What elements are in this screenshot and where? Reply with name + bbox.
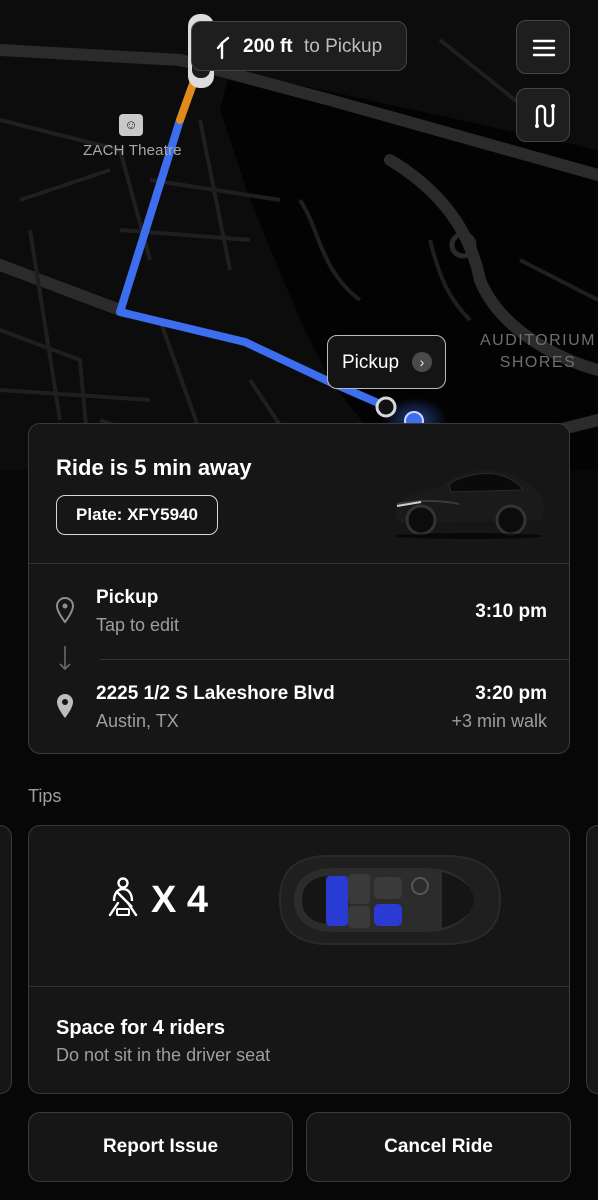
ride-screen: 200 ft to Pickup ☺ ZACH Theatre AUDITORI…	[0, 0, 598, 1200]
pickup-title: Pickup	[96, 587, 159, 608]
pickup-edit-link[interactable]: Tap to edit	[96, 615, 179, 636]
walk-time: +3 min walk	[451, 711, 547, 731]
poi-label: ZACH Theatre	[83, 142, 182, 159]
tip-card[interactable]: X 4 Space for 4 riders Do not sit in the…	[28, 825, 570, 1094]
pickup-bubble-label: Pickup	[342, 352, 400, 373]
card-divider	[29, 563, 569, 564]
pickup-time: 3:10 pm	[475, 601, 547, 622]
turn-arrow-icon	[216, 36, 230, 60]
map-view[interactable]: 200 ft to Pickup ☺ ZACH Theatre AUDITORI…	[0, 0, 598, 470]
area-label-line2: SHORES	[499, 354, 577, 371]
previous-tip-card[interactable]	[0, 825, 12, 1094]
menu-icon	[532, 39, 556, 57]
route-icon	[535, 104, 555, 128]
down-arrow-icon	[59, 646, 71, 671]
seatbelt-icon	[108, 877, 138, 917]
stop-divider	[100, 659, 569, 660]
next-tip-card[interactable]	[586, 825, 598, 1094]
area-label-line1: AUDITORIUM	[479, 332, 597, 349]
chevron-right-icon: ›	[412, 352, 432, 372]
theatre-icon: ☺	[119, 114, 143, 136]
dropoff-time: 3:20 pm	[475, 683, 547, 704]
car-seat-diagram	[278, 855, 502, 945]
pickup-location-icon	[55, 596, 75, 624]
tip-subtitle: Do not sit in the driver seat	[56, 1045, 271, 1065]
area-label: AUDITORIUM SHORES	[478, 330, 598, 374]
plate-badge: Plate: XFY5940	[56, 495, 218, 535]
route-overview-button[interactable]	[516, 88, 570, 142]
dropoff-address: 2225 1/2 S Lakeshore Blvd	[96, 683, 335, 704]
pickup-bubble[interactable]: Pickup ›	[327, 335, 446, 389]
tip-title: Space for 4 riders	[56, 1017, 225, 1039]
seat-count: X 4	[151, 879, 209, 921]
cancel-ride-button[interactable]: Cancel Ride	[306, 1112, 571, 1182]
ride-status-card: Ride is 5 min away Plate: XFY5940 Pickup…	[28, 423, 570, 754]
vehicle-image	[395, 469, 544, 539]
tip-divider	[29, 986, 569, 987]
ride-eta-title: Ride is 5 min away	[56, 455, 252, 480]
nav-distance: 200 ft	[243, 36, 293, 57]
dropoff-pin-icon	[57, 694, 73, 718]
menu-button[interactable]	[516, 20, 570, 74]
dropoff-city: Austin, TX	[96, 711, 179, 731]
nav-destination: to Pickup	[304, 36, 383, 57]
navigation-instruction: 200 ft to Pickup	[191, 21, 407, 71]
report-issue-button[interactable]: Report Issue	[28, 1112, 293, 1182]
tips-heading: Tips	[28, 786, 62, 806]
